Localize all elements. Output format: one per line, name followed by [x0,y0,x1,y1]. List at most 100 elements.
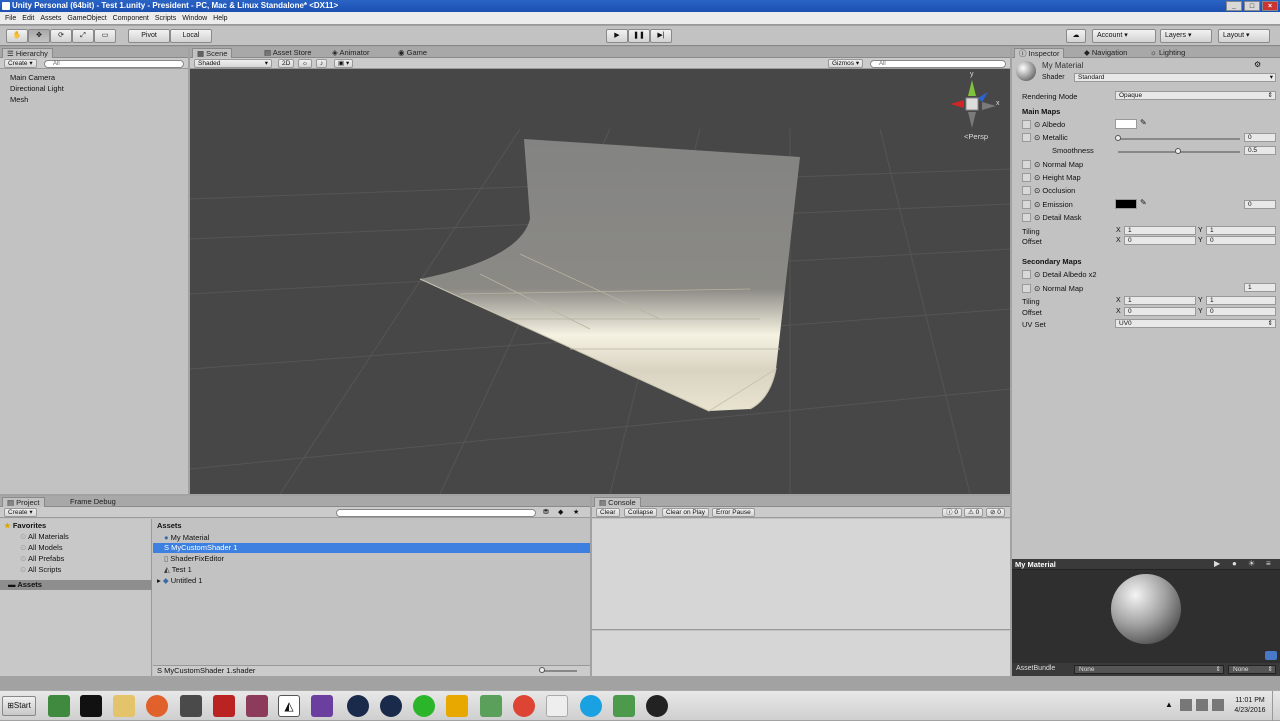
offset-y-field[interactable]: 0 [1206,236,1276,245]
clock-time[interactable]: 11:01 PM [1230,697,1270,704]
emission-field[interactable]: 0 [1244,200,1276,209]
unity-icon[interactable]: ◭ [278,695,300,717]
skype-icon[interactable] [580,695,602,717]
metallic-texture-slot[interactable] [1022,133,1031,142]
eyedropper-icon[interactable]: ✎ [1140,118,1147,127]
smoothness-field[interactable]: 0.5 [1244,146,1276,155]
chrome-icon[interactable] [513,695,535,717]
menu-help[interactable]: Help [210,15,230,22]
normal-map-slot[interactable] [1022,160,1031,169]
tiling-y-field[interactable]: 1 [1206,226,1276,235]
tab-lighting[interactable]: ☼ Lighting [1146,48,1189,58]
preview-light-icon[interactable]: ☀ [1248,559,1255,568]
filter-by-label-icon[interactable]: ◆ [558,508,563,516]
offset-x-field[interactable]: 0 [1124,236,1196,245]
favorite-item[interactable]: ⊙ All Materials [20,532,69,541]
taskbar-app-icon[interactable] [413,695,435,717]
visual-studio-icon[interactable] [311,695,333,717]
layout-dropdown[interactable]: Layout ▾ [1218,29,1270,43]
minimize-button[interactable]: _ [1226,1,1242,11]
tab-hierarchy[interactable]: ☰ Hierarchy [2,48,53,58]
metallic-slider[interactable] [1118,138,1240,140]
favorite-item[interactable]: ⊙ All Scripts [20,565,61,574]
scene-orientation-gizmo[interactable]: y x [942,71,1002,134]
hierarchy-item[interactable]: Main Camera [10,73,55,82]
secondary-normal-scale-field[interactable]: 1 [1244,283,1276,292]
detail-albedo-slot[interactable] [1022,270,1031,279]
tab-console[interactable]: ▤ Console [594,497,641,507]
project-search-input[interactable] [336,509,536,517]
height-map-slot[interactable] [1022,173,1031,182]
asset-item[interactable]: ▸ ◆ Untitled 1 [157,576,202,585]
assetbundle-dropdown[interactable]: None ⇕ [1074,665,1224,674]
asset-item-selected[interactable]: S MyCustomShader 1 [153,543,590,553]
pivot-toggle-button[interactable]: Pivot [128,29,170,43]
firefox-icon[interactable] [146,695,168,717]
tiling2-x-field[interactable]: 1 [1124,296,1196,305]
maximize-button[interactable]: □ [1244,1,1260,11]
close-button[interactable]: × [1262,1,1278,11]
tiling-x-field[interactable]: 1 [1124,226,1196,235]
menu-assets[interactable]: Assets [37,15,64,22]
folder-icon[interactable] [113,695,135,717]
tray-expand-icon[interactable]: ▲ [1165,700,1173,709]
thumbnail-size-knob[interactable] [539,667,545,673]
metallic-slider-knob[interactable] [1115,135,1121,141]
rotate-tool-icon[interactable]: ⟳ [50,29,72,43]
console-warning-toggle[interactable]: ⚠ 0 [964,508,984,517]
hierarchy-item[interactable]: Mesh [10,95,28,104]
hierarchy-search-input[interactable]: All [44,60,184,68]
console-log-list[interactable] [592,519,1010,630]
preview-play-icon[interactable]: ▶ [1214,559,1220,568]
start-button[interactable]: ⊞Start [2,696,36,716]
move-tool-icon[interactable]: ✥ [28,29,50,43]
terminal-icon[interactable] [80,695,102,717]
pause-button[interactable]: ❚❚ [628,29,650,43]
console-collapse-button[interactable]: Collapse [624,508,658,517]
hierarchy-item[interactable]: Directional Light [10,84,64,93]
console-clear-on-play-button[interactable]: Clear on Play [662,508,710,517]
play-button[interactable]: ▶ [606,29,628,43]
tab-asset-store[interactable]: ▤ Asset Store [260,48,316,58]
tab-navigation[interactable]: ◆ Navigation [1080,48,1131,58]
audio-toggle-icon[interactable]: ♪ [316,59,328,68]
console-info-toggle[interactable]: ⓘ 0 [942,508,962,517]
emission-eyedropper-icon[interactable]: ✎ [1140,198,1147,207]
hand-tool-icon[interactable]: ✋ [6,29,28,43]
rect-tool-icon[interactable]: ▭ [94,29,116,43]
lighting-toggle-icon[interactable]: ☼ [298,59,312,68]
obs-icon[interactable] [646,695,668,717]
account-dropdown[interactable]: Account ▾ [1092,29,1156,43]
asset-item[interactable]: ▯ ShaderFixEditor [164,554,224,563]
step-button[interactable]: ▶| [650,29,672,43]
menu-gameobject[interactable]: GameObject [64,15,109,22]
clock-date[interactable]: 4/23/2016 [1230,707,1270,714]
projection-label[interactable]: <Persp [964,132,988,141]
thumbnail-size-slider[interactable] [541,670,577,672]
taskbar-app-icon[interactable] [180,695,202,717]
project-create-button[interactable]: Create ▾ [4,508,37,517]
tab-animator[interactable]: ◈ Animator [328,48,373,58]
menu-file[interactable]: File [2,15,19,22]
cinema4d-icon[interactable] [380,695,402,717]
show-desktop-button[interactable] [1272,691,1280,721]
winrar-icon[interactable] [246,695,268,717]
tab-frame-debug[interactable]: Frame Debug [66,497,120,507]
cinema4d-icon[interactable] [347,695,369,717]
filter-by-type-icon[interactable]: ⛃ [543,508,549,516]
material-preview-sphere[interactable] [1111,574,1181,644]
notepad-icon[interactable] [613,695,635,717]
assetbundle-variant-dropdown[interactable]: None ⇕ [1228,665,1276,674]
rendering-mode-dropdown[interactable]: Opaque ⇕ [1115,91,1276,100]
local-toggle-button[interactable]: Local [170,29,212,43]
preview-menu-icon[interactable]: ≡ [1266,559,1271,568]
tab-game[interactable]: ◉ Game [394,48,431,58]
scene-search-input[interactable]: All [870,60,1006,68]
console-error-pause-button[interactable]: Error Pause [712,508,755,517]
offset2-y-field[interactable]: 0 [1206,307,1276,316]
shader-dropdown[interactable]: Standard ▾ [1074,73,1276,82]
scene-viewport[interactable]: y x <Persp [190,69,1010,494]
console-detail-area[interactable] [592,631,1010,676]
taskbar-app-icon[interactable] [480,695,502,717]
material-settings-icon[interactable]: ⚙ [1254,60,1261,69]
